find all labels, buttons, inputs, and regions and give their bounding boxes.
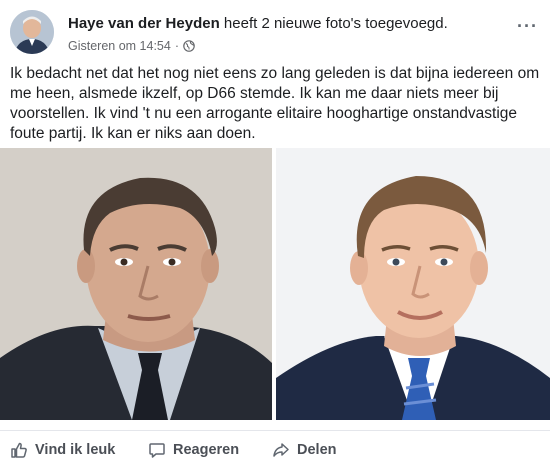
- author-line: Haye van der Heyden heeft 2 nieuwe foto'…: [68, 15, 448, 33]
- post-text: Ik bedacht net dat het nog niet eens zo …: [10, 65, 540, 142]
- photo-1[interactable]: [0, 148, 272, 420]
- comment-label: Reageren: [173, 442, 240, 458]
- photo-grid: [0, 148, 550, 420]
- share-button[interactable]: Delen: [272, 439, 337, 461]
- share-label: Delen: [297, 442, 337, 458]
- post-meta: Gisteren om 14:54 ·: [68, 38, 195, 56]
- avatar[interactable]: [10, 10, 54, 54]
- portrait-photo-1: [0, 148, 272, 420]
- meta-separator: ·: [174, 39, 180, 53]
- comment-icon: [148, 441, 166, 459]
- author-name[interactable]: Haye van der Heyden: [68, 15, 220, 32]
- like-button[interactable]: Vind ik leuk: [10, 439, 115, 461]
- share-icon: [272, 441, 290, 459]
- post-actions-bar: Vind ik leuk Reageren Delen: [0, 430, 550, 471]
- more-options-icon[interactable]: ···: [517, 16, 538, 37]
- like-label: Vind ik leuk: [35, 442, 116, 458]
- globe-icon[interactable]: [183, 40, 195, 56]
- post-action-text: heeft 2 nieuwe foto's toegevoegd.: [223, 15, 448, 32]
- comment-button[interactable]: Reageren: [148, 439, 239, 461]
- photo-2[interactable]: [276, 148, 550, 420]
- timestamp[interactable]: Gisteren om 14:54: [68, 39, 171, 53]
- portrait-photo-2: [276, 148, 550, 420]
- thumbs-up-icon: [10, 441, 28, 459]
- post-header: Haye van der Heyden heeft 2 nieuwe foto'…: [10, 10, 540, 56]
